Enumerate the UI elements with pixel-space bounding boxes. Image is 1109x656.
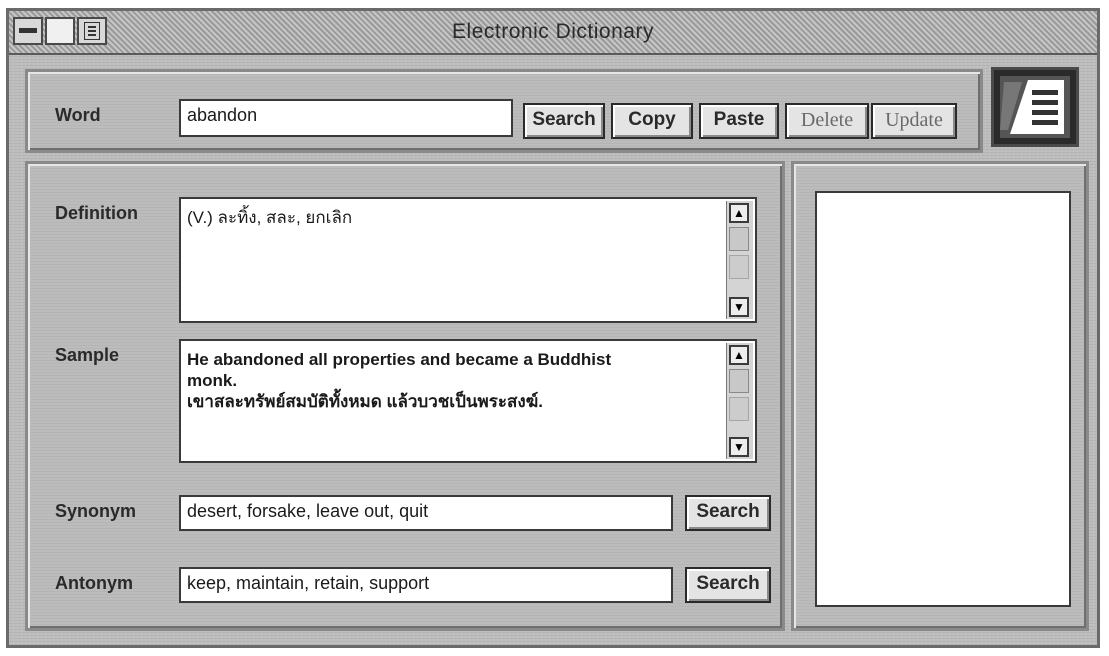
definition-scrollbar[interactable]: ▲ ▼ (726, 201, 753, 319)
synonym-search-button[interactable]: Search (685, 495, 771, 531)
sample-line-3: เขาสละทรัพย์สมบัติทั้งหมด แล้วบวชเป็นพระ… (187, 392, 544, 411)
update-button[interactable]: Update (871, 103, 957, 139)
dictionary-logo-icon (994, 70, 1076, 144)
delete-button[interactable]: Delete (785, 103, 869, 139)
definition-label: Definition (55, 203, 138, 223)
sample-textarea[interactable]: He abandoned all properties and became a… (179, 339, 757, 463)
scroll-up-arrow-icon[interactable]: ▲ (729, 345, 749, 365)
sample-line-2: monk. (187, 371, 238, 390)
synonym-input[interactable]: desert, forsake, leave out, quit (179, 495, 673, 531)
scroll-down-arrow-icon[interactable]: ▼ (729, 297, 749, 317)
scroll-thumb[interactable] (729, 369, 749, 393)
synonym-label: Synonym (55, 501, 137, 521)
sample-scrollbar[interactable]: ▲ ▼ (726, 343, 753, 459)
antonym-search-button[interactable]: Search (685, 567, 771, 603)
search-button[interactable]: Search (523, 103, 605, 139)
window-title: Electronic Dictionary (452, 20, 654, 43)
definition-textarea[interactable]: (V.) ละทิ้ง, สละ, ยกเลิก ▲ ▼ (179, 197, 757, 323)
antonym-label: Antonym (55, 573, 133, 593)
sample-line-1: He abandoned all properties and became a… (187, 350, 612, 369)
scroll-track-segment (729, 397, 749, 421)
app-logo (991, 67, 1079, 147)
scroll-down-arrow-icon[interactable]: ▼ (729, 437, 749, 457)
paste-button[interactable]: Paste (699, 103, 779, 139)
word-input[interactable]: abandon (179, 99, 513, 137)
scroll-track-segment (729, 255, 749, 279)
scroll-thumb[interactable] (729, 227, 749, 251)
word-list[interactable] (815, 191, 1071, 607)
title-bar: Electronic Dictionary (9, 11, 1097, 55)
word-label: Word (55, 105, 101, 125)
copy-button[interactable]: Copy (611, 103, 693, 139)
definition-text: (V.) ละทิ้ง, สละ, ยกเลิก (187, 208, 353, 227)
dictionary-window: Electronic Dictionary Word abandon Searc… (6, 8, 1100, 648)
antonym-input[interactable]: keep, maintain, retain, support (179, 567, 673, 603)
sample-text: He abandoned all properties and became a… (187, 349, 719, 412)
scroll-up-arrow-icon[interactable]: ▲ (729, 203, 749, 223)
sample-label: Sample (55, 345, 120, 365)
